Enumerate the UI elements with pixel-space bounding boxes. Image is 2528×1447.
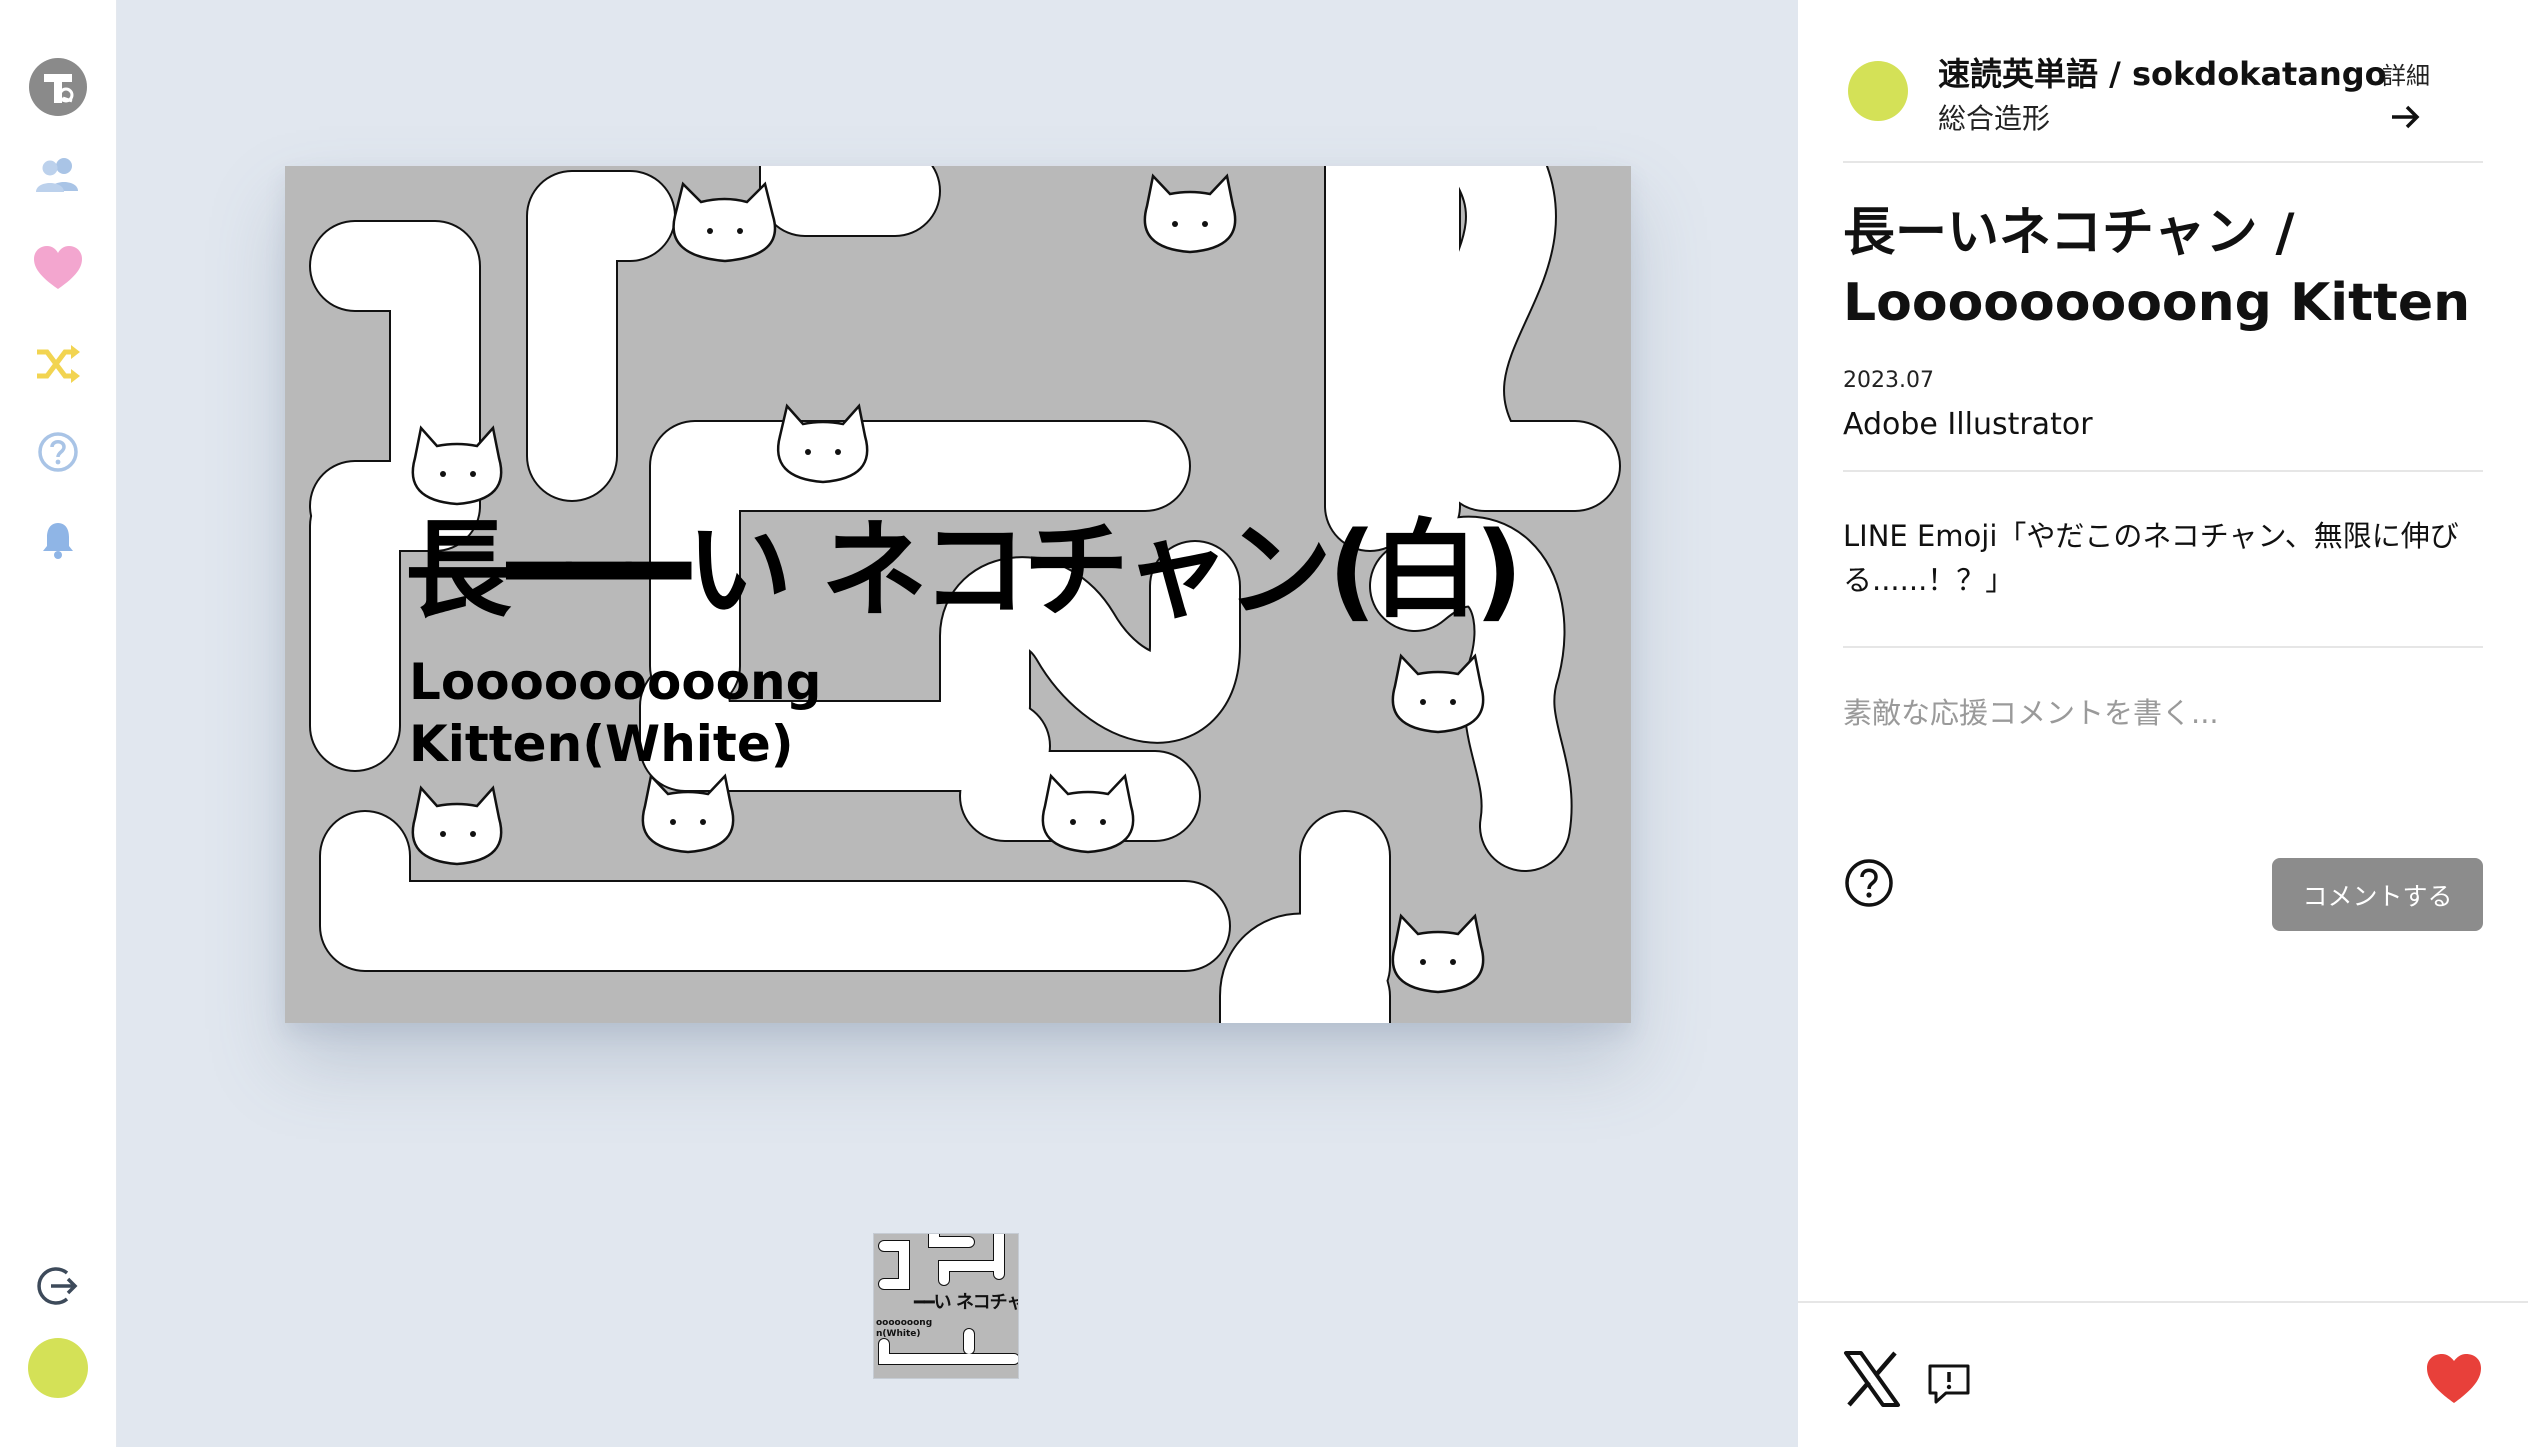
user-avatar-button[interactable] bbox=[28, 1338, 88, 1398]
author-category: 総合造形 bbox=[1938, 102, 2051, 135]
author-header: 速読英単語 / sokdokatango 総合造形 詳細 bbox=[1798, 0, 2528, 162]
notifications-nav-button[interactable] bbox=[28, 510, 88, 570]
thumbnail-title-jp: ━━い ネコチャン( bbox=[914, 1292, 1018, 1313]
share-footer bbox=[1798, 1301, 2528, 1447]
work-title: 長ーいネコチャン / Looooooooong Kitten bbox=[1843, 203, 2471, 333]
logout-button[interactable] bbox=[28, 1256, 88, 1316]
heart-icon bbox=[34, 246, 82, 289]
artwork-stage: 長━━━い ネコチャン(白) Looooooooong Kitten(White… bbox=[117, 0, 1798, 1447]
avatar bbox=[28, 1338, 88, 1398]
feedback-icon[interactable] bbox=[1926, 1361, 1972, 1407]
artwork-image[interactable]: 長━━━い ネコチャン(白) Looooooooong Kitten(White… bbox=[285, 166, 1631, 1023]
random-nav-button[interactable] bbox=[28, 334, 88, 394]
author-detail-link[interactable]: 詳細 bbox=[2382, 56, 2430, 91]
work-detail-panel: 速読英単語 / sokdokatango 総合造形 詳細 長ーいネコチャン / … bbox=[1798, 0, 2528, 1447]
bell-icon bbox=[43, 523, 73, 559]
logo-icon bbox=[29, 58, 87, 116]
divider bbox=[1843, 161, 2483, 163]
shuffle-icon bbox=[37, 345, 80, 383]
author-avatar[interactable] bbox=[1848, 61, 1908, 121]
divider bbox=[1843, 470, 2483, 472]
sidebar bbox=[0, 0, 117, 1447]
comment-submit-button[interactable]: コメントする bbox=[2272, 858, 2483, 931]
x-icon[interactable] bbox=[1843, 1350, 1901, 1408]
following-nav-button[interactable] bbox=[28, 145, 88, 205]
arrow-right-icon[interactable] bbox=[2388, 100, 2422, 134]
work-date: 2023.07 bbox=[1843, 368, 1934, 393]
thumbnail-title-en-line1: ooooooong bbox=[876, 1318, 933, 1328]
help-icon bbox=[38, 432, 78, 472]
divider bbox=[1843, 646, 2483, 648]
artwork-title-en: Looooooooong Kitten(White) bbox=[409, 651, 821, 775]
artwork-title-jp: 長━━━い ネコチャン(白) bbox=[405, 509, 1523, 632]
author-name[interactable]: 速読英単語 / sokdokatango bbox=[1938, 49, 2387, 95]
logout-icon bbox=[37, 1267, 78, 1305]
logo-button[interactable] bbox=[28, 57, 88, 117]
work-tool: Adobe Illustrator bbox=[1843, 407, 2093, 442]
thumbnail-title-en: ooooooong n(White) bbox=[876, 1318, 932, 1340]
users-icon bbox=[36, 158, 78, 192]
artwork-title-en-line2: Kitten(White) bbox=[409, 715, 794, 773]
work-description: LINE Emoji「やだこのネコチャン、無限に伸びる......！？」 bbox=[1843, 519, 2459, 597]
favorites-nav-button[interactable] bbox=[28, 238, 88, 298]
artwork-title-en-line1: Looooooooong bbox=[409, 653, 822, 711]
thumbnail-title-en-line2: n(White) bbox=[876, 1329, 921, 1339]
artwork-thumbnail[interactable]: ━━い ネコチャン( ooooooong n(White) bbox=[873, 1233, 1019, 1379]
help-nav-button[interactable] bbox=[28, 422, 88, 482]
like-heart-icon[interactable] bbox=[2426, 1353, 2482, 1405]
comment-input[interactable] bbox=[1843, 690, 2483, 800]
question-icon[interactable] bbox=[1843, 857, 1895, 909]
